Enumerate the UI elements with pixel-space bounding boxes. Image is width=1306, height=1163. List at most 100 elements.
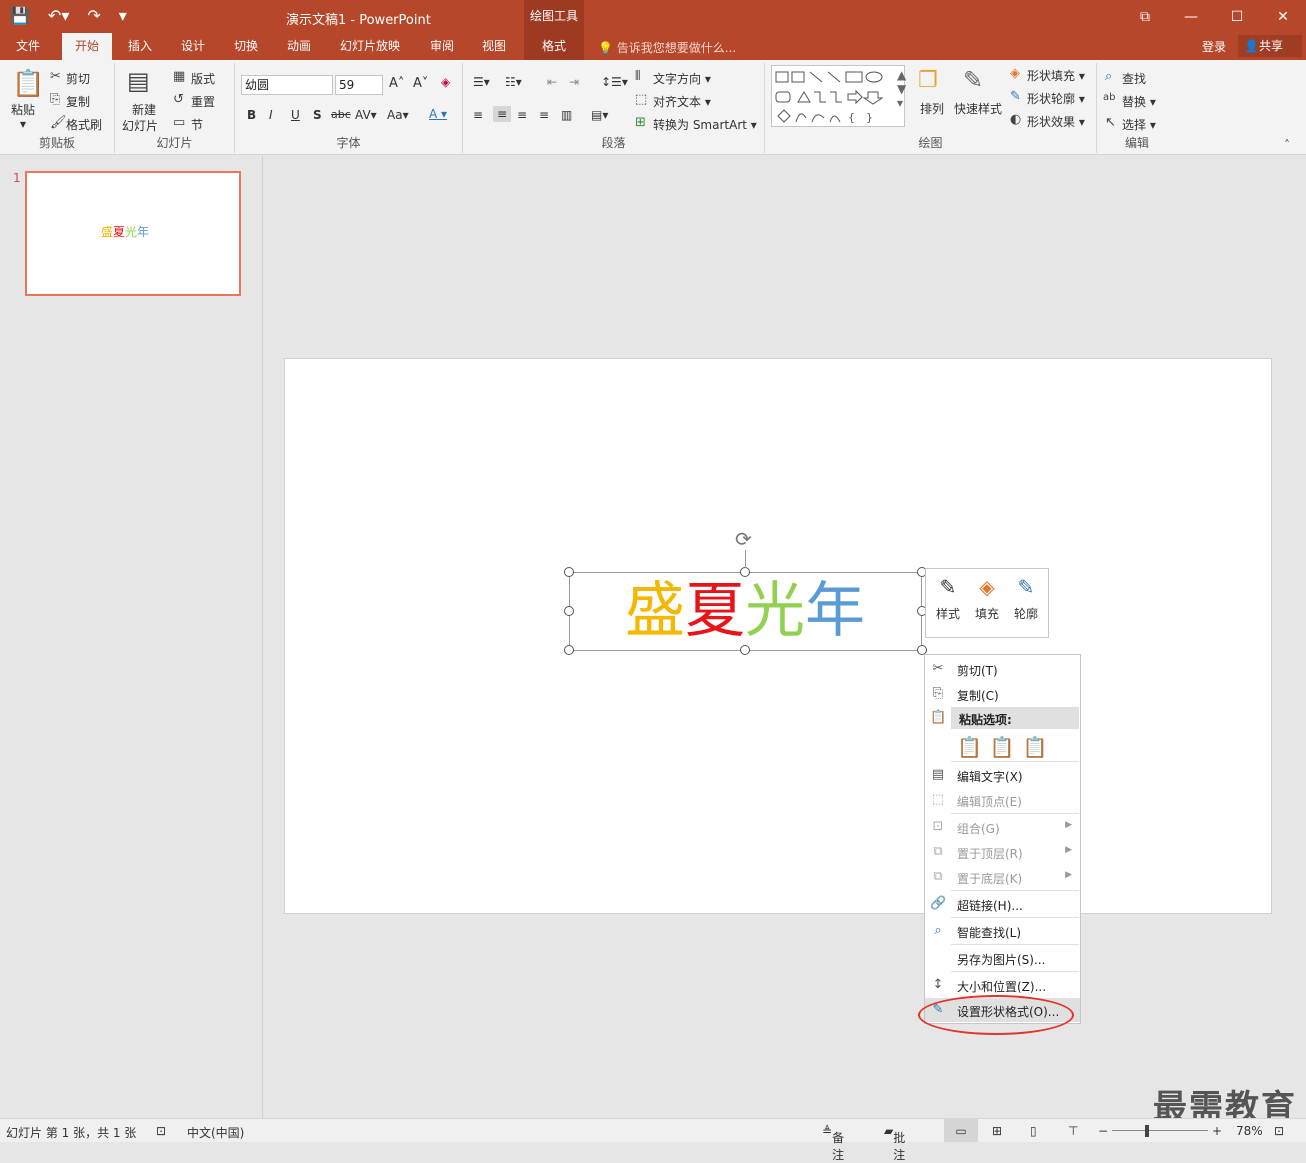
grow-font-icon[interactable]: A˄ — [389, 76, 404, 91]
mini-style-button[interactable]: ✎ 样式 — [930, 575, 966, 622]
login-link[interactable]: 登录 — [1202, 38, 1226, 55]
align-left-icon[interactable]: ≡ — [473, 108, 483, 122]
change-case-icon[interactable]: Aa▾ — [387, 108, 409, 122]
resize-handle-t[interactable] — [740, 567, 750, 577]
justify-icon[interactable]: ≡ — [539, 108, 549, 122]
find-button[interactable]: 查找 — [1122, 70, 1146, 87]
bullets-icon[interactable]: ☰▾ — [473, 75, 490, 89]
cut-button[interactable]: 剪切 — [66, 70, 90, 87]
shape-outline-button[interactable]: 形状轮廓 ▾ — [1027, 90, 1085, 107]
tab-format[interactable]: 格式 — [524, 33, 584, 60]
zoom-slider-track[interactable] — [1112, 1130, 1208, 1131]
rotate-handle-icon[interactable]: ⟳ — [735, 527, 752, 551]
resize-handle-bl[interactable] — [564, 645, 574, 655]
tell-me-box[interactable]: 💡 告诉我您想要做什么... — [598, 39, 736, 56]
share-button[interactable]: 👤共享 — [1238, 35, 1302, 57]
convert-smartart-button[interactable]: 转换为 SmartArt ▾ — [653, 116, 757, 133]
tab-design[interactable]: 设计 — [173, 33, 213, 60]
tab-view[interactable]: 视图 — [474, 33, 514, 60]
normal-view-icon[interactable]: ▭ — [944, 1119, 978, 1142]
tab-animations[interactable]: 动画 — [279, 33, 319, 60]
tab-file[interactable]: 文件 — [8, 33, 48, 60]
arrange-button[interactable]: 排列 — [920, 100, 944, 117]
zoom-in-icon[interactable]: + — [1212, 1124, 1222, 1138]
menu-save-as-picture[interactable]: 另存为图片(S)... — [925, 946, 1080, 970]
format-painter-button[interactable]: 格式刷 — [66, 116, 102, 133]
maximize-icon[interactable]: ☐ — [1214, 0, 1260, 33]
shrink-font-icon[interactable]: A˅ — [413, 76, 428, 91]
reset-button[interactable]: 重置 — [191, 93, 215, 110]
fit-to-window-icon[interactable]: ⊡ — [1274, 1124, 1284, 1138]
new-slide-icon[interactable]: ▤ — [127, 67, 150, 95]
arrange-icon[interactable]: ❐ — [918, 68, 938, 93]
redo-icon[interactable]: ↷ — [87, 6, 100, 25]
menu-smart-lookup[interactable]: ⌕ 智能查找(L) — [925, 919, 1080, 943]
paste-use-theme-icon[interactable]: 📋 — [957, 735, 982, 759]
zoom-slider-thumb[interactable] — [1145, 1125, 1149, 1137]
paste-picture-icon[interactable]: 📋 — [990, 735, 1015, 759]
char-spacing-icon[interactable]: AV▾ — [355, 108, 377, 122]
menu-copy[interactable]: ⎘ 复制(C) — [925, 682, 1080, 706]
slideshow-view-icon[interactable]: ⊤ — [1068, 1124, 1078, 1138]
resize-handle-tl[interactable] — [564, 567, 574, 577]
save-icon[interactable]: 💾 — [10, 6, 30, 25]
minimize-icon[interactable]: — — [1168, 0, 1214, 33]
text-box[interactable]: 盛夏光年 — [569, 572, 922, 651]
bold-icon[interactable]: B — [247, 108, 256, 122]
new-slide-label-1[interactable]: 新建 — [132, 101, 156, 118]
zoom-out-icon[interactable]: − — [1098, 1124, 1108, 1138]
paste-icon[interactable]: 📋 — [12, 69, 44, 99]
section-button[interactable]: 节 — [191, 116, 203, 133]
mini-outline-button[interactable]: ✎ 轮廓 — [1008, 575, 1044, 622]
layout-button[interactable]: 版式 — [191, 70, 215, 87]
spell-check-icon[interactable]: ⊡ — [156, 1124, 166, 1138]
language-indicator[interactable]: 中文(中国) — [187, 1124, 244, 1141]
copy-button[interactable]: 复制 — [66, 93, 90, 110]
align-center-icon[interactable]: ≡ — [493, 106, 512, 122]
font-name-combo[interactable]: 幼圆 — [241, 75, 333, 95]
tab-transitions[interactable]: 切换 — [226, 33, 266, 60]
menu-hyperlink[interactable]: 🔗 超链接(H)... — [925, 892, 1080, 916]
paste-dropdown-icon[interactable]: ▾ — [20, 117, 26, 131]
clear-format-icon[interactable]: ◈ — [441, 75, 450, 89]
italic-icon[interactable]: I — [269, 108, 273, 122]
slide-title-text[interactable]: 盛夏光年 — [625, 581, 865, 641]
line-spacing-icon[interactable]: ↕☰▾ — [601, 75, 628, 89]
menu-send-to-back[interactable]: ⧉ 置于底层(K) ▶ — [925, 865, 1080, 889]
comments-button[interactable]: ▰ 批注 — [884, 1124, 905, 1162]
shape-effects-button[interactable]: 形状效果 ▾ — [1027, 113, 1085, 130]
paste-keep-text-icon[interactable]: 📋 — [1023, 735, 1048, 759]
shadow-icon[interactable]: S — [313, 108, 322, 122]
text-direction-button[interactable]: 文字方向 ▾ — [653, 70, 711, 87]
menu-size-position[interactable]: ↕ 大小和位置(Z)... — [925, 973, 1080, 997]
new-slide-label-2[interactable]: 幻灯片 — [122, 117, 158, 134]
font-size-combo[interactable]: 59 — [335, 75, 383, 95]
increase-indent-icon[interactable]: ⇥ — [569, 75, 579, 89]
gallery-scroll-icon[interactable]: ▲ ▼ ▾ — [897, 68, 906, 110]
resize-handle-l[interactable] — [564, 606, 574, 616]
distributed-icon[interactable]: ▥ — [561, 108, 572, 122]
numbering-icon[interactable]: ☷▾ — [505, 75, 522, 89]
tab-home[interactable]: 开始 — [62, 33, 112, 60]
strikethrough-icon[interactable]: abc — [331, 108, 351, 121]
tab-slideshow[interactable]: 幻灯片放映 — [334, 33, 406, 60]
collapse-ribbon-icon[interactable]: ˄ — [1284, 138, 1290, 152]
menu-edit-points[interactable]: ⬚ 编辑顶点(E) — [925, 788, 1080, 812]
slide-sorter-icon[interactable]: ⊞ — [992, 1124, 1002, 1138]
shape-fill-button[interactable]: 形状填充 ▾ — [1027, 67, 1085, 84]
menu-group[interactable]: ⊡ 组合(G) ▶ — [925, 815, 1080, 839]
font-color-icon[interactable]: A ▾ — [429, 107, 447, 121]
menu-bring-to-front[interactable]: ⧉ 置于顶层(R) ▶ — [925, 840, 1080, 864]
tab-review[interactable]: 审阅 — [422, 33, 462, 60]
zoom-level[interactable]: 78% — [1236, 1124, 1263, 1138]
ribbon-display-icon[interactable]: ⧉ — [1122, 0, 1168, 33]
align-text-button[interactable]: 对齐文本 ▾ — [653, 93, 711, 110]
select-button[interactable]: 选择 ▾ — [1122, 116, 1156, 133]
resize-handle-b[interactable] — [740, 645, 750, 655]
notes-button[interactable]: ≜ 备注 — [822, 1124, 844, 1162]
align-right-icon[interactable]: ≡ — [517, 108, 527, 122]
replace-button[interactable]: 替换 ▾ — [1122, 93, 1156, 110]
quick-styles-button[interactable]: 快速样式 — [954, 100, 1002, 117]
decrease-indent-icon[interactable]: ⇤ — [547, 75, 557, 89]
menu-cut[interactable]: ✂ 剪切(T) — [925, 657, 1080, 681]
